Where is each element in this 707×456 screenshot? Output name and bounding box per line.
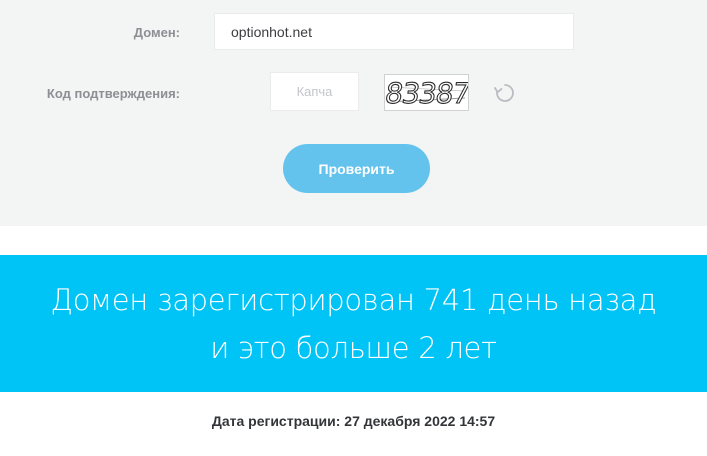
captcha-code: 83387 — [385, 77, 468, 110]
domain-input[interactable] — [214, 13, 574, 50]
check-form: Домен: Код подтверждения: 83387 Проверит… — [0, 0, 707, 226]
captcha-image: 83387 — [383, 74, 472, 111]
captcha-label: Код подтверждения: — [46, 86, 180, 101]
registration-date: Дата регистрации: 27 декабря 2022 14:57 — [211, 413, 496, 429]
result-line-2: и это больше 2 лет — [210, 330, 497, 365]
captcha-input[interactable] — [270, 72, 359, 111]
domain-label: Домен: — [133, 25, 180, 40]
refresh-icon[interactable] — [494, 82, 516, 104]
check-button[interactable]: Проверить — [283, 144, 430, 193]
result-banner: Домен зарегистрирован 741 день назад и э… — [0, 255, 707, 392]
result-line-1: Домен зарегистрирован 741 день назад — [50, 282, 657, 317]
